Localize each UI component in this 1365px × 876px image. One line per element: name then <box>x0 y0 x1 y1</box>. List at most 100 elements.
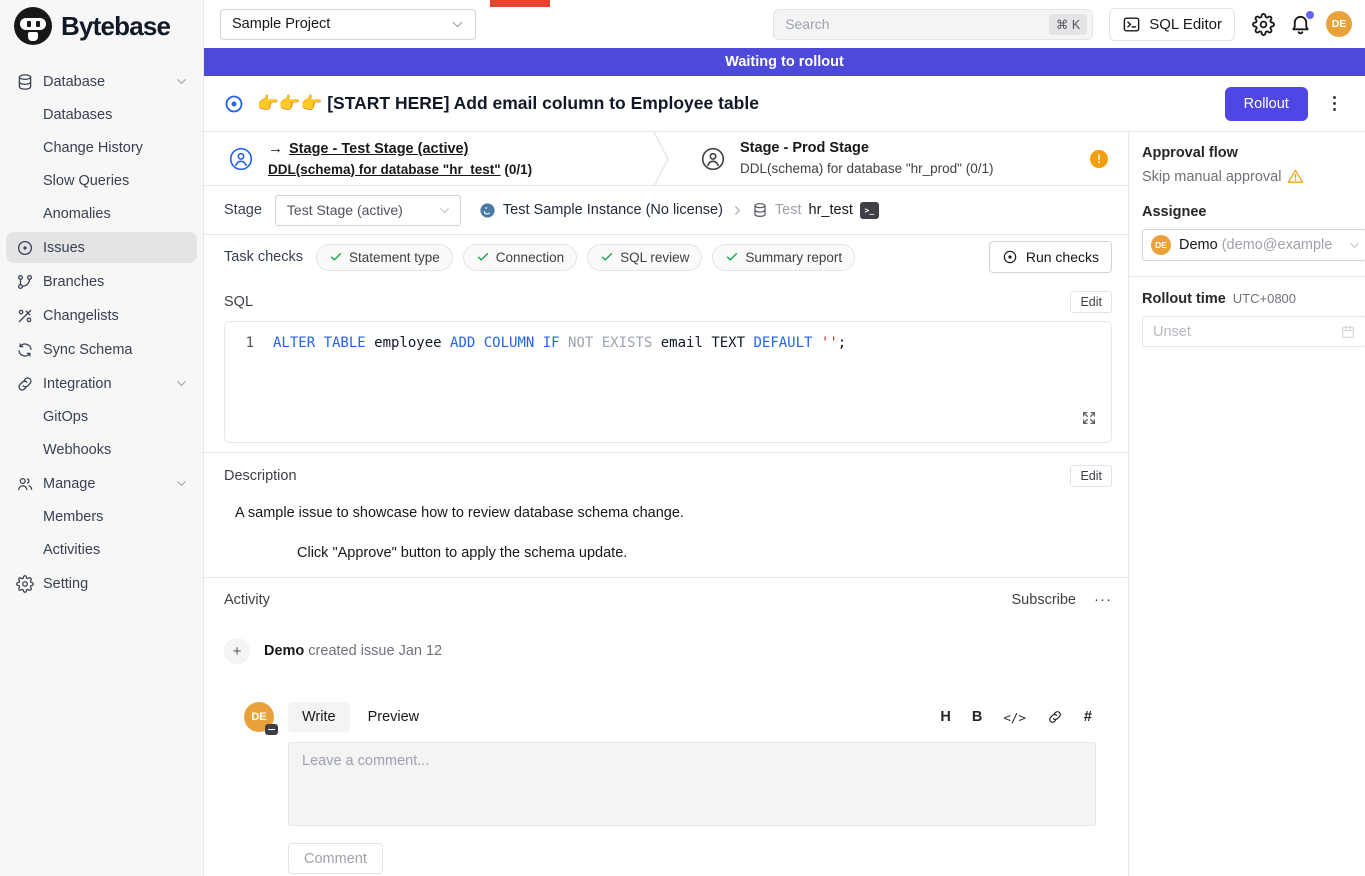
description-edit-button[interactable]: Edit <box>1070 465 1112 487</box>
rollout-time-label: Rollout time <box>1142 291 1226 307</box>
activity-more-button[interactable]: ··· <box>1094 595 1112 605</box>
rollout-time-field <box>1142 316 1365 347</box>
check-icon <box>476 250 490 264</box>
settings-gear-button[interactable] <box>1252 13 1275 36</box>
assignee-select[interactable]: DE Demo (demo@example <box>1142 229 1365 261</box>
heading-icon[interactable]: H <box>940 709 950 725</box>
sidebar-nav: Database Databases Change History Slow Q… <box>0 52 203 599</box>
hash-icon[interactable]: # <box>1084 709 1092 725</box>
users-icon <box>16 475 34 493</box>
chevron-down-icon <box>437 203 452 218</box>
line-number: 1 <box>225 335 273 351</box>
stage-name: Stage - Test Stage (active) <box>289 141 468 157</box>
run-checks-button[interactable]: Run checks <box>989 241 1112 273</box>
person-icon <box>700 146 726 172</box>
sidebar-item-databases[interactable]: Databases <box>6 100 197 130</box>
sql-edit-button[interactable]: Edit <box>1070 291 1112 313</box>
task-checks-row: Task checks Statement type Connection SQ… <box>204 235 1128 279</box>
format-toolbar: H B </> # <box>940 709 1096 725</box>
environment-label: Test <box>775 202 802 218</box>
stage-select[interactable]: Test Stage (active) <box>275 195 461 226</box>
sidebar: Bytebase Database Databases Change Histo… <box>0 0 204 876</box>
sidebar-item-change-history[interactable]: Change History <box>6 133 197 163</box>
user-avatar[interactable]: DE <box>1326 11 1352 37</box>
sidebar-item-branches[interactable]: Branches <box>6 266 197 297</box>
notifications-bell-button[interactable] <box>1289 13 1312 36</box>
sidebar-item-database[interactable]: Database <box>6 66 197 97</box>
check-sql-review[interactable]: SQL review <box>587 244 702 271</box>
gear-icon <box>1252 13 1275 36</box>
tab-write[interactable]: Write <box>288 702 350 732</box>
code-icon[interactable]: </> <box>1003 710 1026 725</box>
subscribe-button[interactable]: Subscribe <box>1012 592 1076 608</box>
app: Bytebase Database Databases Change Histo… <box>0 0 1365 876</box>
sidebar-item-anomalies[interactable]: Anomalies <box>6 199 197 229</box>
sidebar-item-gitops[interactable]: GitOps <box>6 402 197 432</box>
sql-statement: ALTER TABLE employee ADD COLUMN IF NOT E… <box>273 335 846 351</box>
database-breadcrumb: Test Sample Instance (No license) Test h… <box>479 202 879 219</box>
sidebar-item-sync-schema[interactable]: Sync Schema <box>6 334 197 365</box>
chevron-down-icon <box>1347 238 1362 253</box>
sidebar-item-members[interactable]: Members <box>6 502 197 532</box>
topbar: Sample Project ⌘ K SQL Editor DE <box>204 0 1365 48</box>
check-connection[interactable]: Connection <box>463 244 577 271</box>
tab-preview[interactable]: Preview <box>354 702 434 732</box>
description-label: Description <box>224 468 297 484</box>
check-statement-type[interactable]: Statement type <box>316 244 453 271</box>
database-icon <box>16 73 34 91</box>
stage-progress: (0/1) <box>504 162 532 177</box>
kebab-menu-icon[interactable] <box>1328 90 1341 117</box>
comment-submit-button[interactable]: Comment <box>288 843 383 874</box>
rollout-time-input[interactable] <box>1153 324 1340 340</box>
sidebar-item-changelists[interactable]: Changelists <box>6 300 197 331</box>
issue-open-status-icon <box>224 94 244 114</box>
check-icon <box>600 250 614 264</box>
sidebar-item-slow-queries[interactable]: Slow Queries <box>6 166 197 196</box>
database-icon <box>752 202 768 218</box>
comment-editor: DE Write Preview H B </> <box>224 702 1112 874</box>
warning-badge: ! <box>1090 150 1108 168</box>
instance-link[interactable]: Test Sample Instance (No license) <box>503 202 723 218</box>
rollout-timezone: UTC+0800 <box>1233 291 1296 306</box>
open-sql-editor-icon[interactable]: >_ <box>860 202 879 219</box>
assignee-avatar: DE <box>1151 235 1171 255</box>
stage-card-test[interactable]: →Stage - Test Stage (active) DDL(schema)… <box>204 132 660 185</box>
check-icon <box>725 250 739 264</box>
stage-card-prod[interactable]: Stage - Prod Stage DDL(schema) for datab… <box>660 132 1128 185</box>
activity-action: created issue Jan 12 <box>308 643 442 659</box>
changelist-icon <box>16 307 34 325</box>
sidebar-item-integration[interactable]: Integration <box>6 368 197 399</box>
check-summary-report[interactable]: Summary report <box>712 244 855 271</box>
warning-triangle-icon <box>1287 168 1304 185</box>
task-checks-label: Task checks <box>224 249 303 265</box>
stage-task: DDL(schema) for database "hr_prod" <box>740 161 962 176</box>
chat-bubble-icon <box>265 724 278 735</box>
database-link[interactable]: hr_test <box>809 202 853 218</box>
project-selector[interactable]: Sample Project <box>220 9 476 40</box>
sidebar-item-manage[interactable]: Manage <box>6 468 197 499</box>
bold-icon[interactable]: B <box>972 709 982 725</box>
logo[interactable]: Bytebase <box>0 0 203 52</box>
stage-name: Stage - Prod Stage <box>740 138 993 159</box>
current-stage-arrow: → <box>268 140 283 157</box>
description-text: Click "Approve" button to apply the sche… <box>297 545 1112 561</box>
chevron-down-icon <box>449 16 466 33</box>
expand-icon[interactable] <box>1081 410 1097 430</box>
search-input[interactable] <box>785 16 1049 32</box>
activity-author: Demo <box>264 643 304 659</box>
sidebar-item-issues[interactable]: Issues <box>6 232 197 263</box>
stage-separator <box>653 132 669 186</box>
assignee-label: Assignee <box>1142 204 1365 220</box>
sql-editor-button[interactable]: SQL Editor <box>1109 8 1235 41</box>
sql-editor[interactable]: 1 ALTER TABLE employee ADD COLUMN IF NOT… <box>224 321 1112 443</box>
editor-tabs: Write Preview H B </> # <box>288 702 1096 732</box>
sidebar-item-setting[interactable]: Setting <box>6 568 197 599</box>
notification-dot <box>1306 11 1314 19</box>
comment-input[interactable] <box>288 742 1096 826</box>
run-icon <box>1002 249 1018 265</box>
rollout-button[interactable]: Rollout <box>1225 87 1308 121</box>
link-icon[interactable] <box>1047 709 1063 725</box>
sidebar-item-webhooks[interactable]: Webhooks <box>6 435 197 465</box>
sidebar-item-label: Database <box>43 74 105 90</box>
sidebar-item-activities[interactable]: Activities <box>6 535 197 565</box>
